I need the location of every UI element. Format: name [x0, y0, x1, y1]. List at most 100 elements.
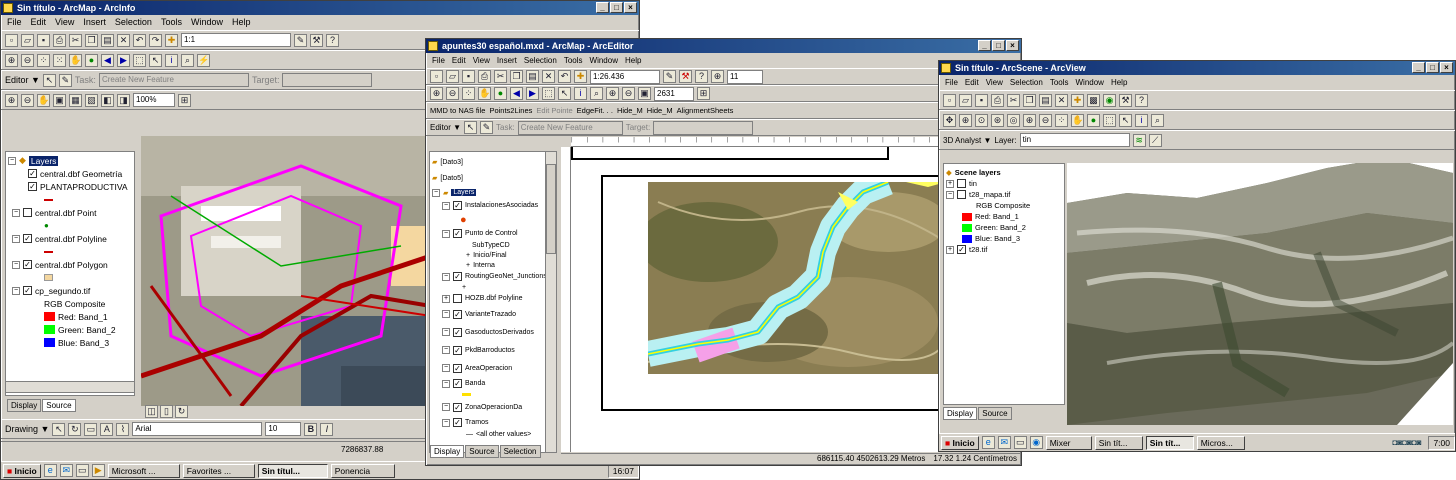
whats-this-icon[interactable]: ? — [1135, 93, 1148, 107]
forward-extent-icon[interactable]: ▶ — [117, 53, 130, 67]
drawing-menu[interactable]: Drawing ▼ — [5, 424, 49, 434]
fixed-zoom-layout-icon[interactable]: ▧ — [85, 93, 98, 107]
scene-layers-root[interactable]: ◆ Scene layers — [946, 166, 1062, 178]
toc-layer[interactable]: − ✓ GasoductosDerivados — [432, 323, 554, 341]
toggle-draft-icon[interactable]: ⊞ — [697, 87, 710, 100]
redo-icon[interactable]: ↷ — [149, 33, 162, 47]
cut-icon[interactable]: ✂ — [1007, 93, 1020, 107]
globe-icon[interactable]: ◉ — [1103, 93, 1116, 107]
menu-tools[interactable]: Tools — [1050, 75, 1069, 90]
layout-zoom-out-icon[interactable]: ⊖ — [622, 87, 635, 100]
start-button[interactable]: ■ Inicio — [941, 435, 979, 450]
target-icon[interactable]: ⊙ — [975, 113, 988, 127]
tab-source[interactable]: Source — [42, 399, 76, 412]
tab-display[interactable]: Display — [430, 445, 465, 458]
toc-layer-4[interactable]: − ✓ central.dbf Polygon — [8, 258, 132, 271]
forward-extent-layout-icon[interactable]: ◨ — [117, 93, 130, 107]
outlook-icon[interactable]: ✉ — [997, 436, 1011, 449]
toc-raster[interactable]: − ✓ cp_segundo.tif — [8, 284, 132, 297]
bold-button[interactable]: B — [304, 422, 318, 436]
target-dropdown[interactable] — [282, 73, 373, 87]
edgefit-tool[interactable]: EdgeFit. . . — [577, 106, 613, 115]
taskbar-btn-3[interactable]: Ponencia — [330, 463, 395, 478]
back-extent-icon[interactable]: ◀ — [510, 87, 523, 100]
navigate-icon[interactable]: ✥ — [943, 113, 956, 127]
toc-layer[interactable]: − ✓ RoutingGeoNet_Junctions — [432, 270, 554, 283]
tab-source[interactable]: Source — [978, 407, 1012, 420]
target-dropdown[interactable] — [653, 120, 754, 135]
center-target-icon[interactable]: ◎ — [1007, 113, 1020, 127]
menu-window[interactable]: Window — [191, 15, 223, 30]
close-button[interactable]: × — [1440, 62, 1453, 73]
pan-icon[interactable]: ✋ — [1071, 113, 1084, 127]
layer-checkbox[interactable]: ✓ — [23, 260, 32, 269]
close-button[interactable]: × — [624, 2, 637, 13]
taskbar-btn-0[interactable]: Microsoft ... — [107, 463, 180, 478]
find-icon[interactable]: ⌕ — [590, 87, 603, 100]
paste-icon[interactable]: ▤ — [1039, 93, 1052, 107]
add-data-icon[interactable]: ✚ — [165, 33, 178, 47]
layers-root[interactable]: − ◆ Layers — [8, 154, 132, 167]
zoom-whole-page-icon[interactable]: ▣ — [638, 87, 651, 100]
tab-source[interactable]: Source — [465, 445, 499, 458]
hide-m-tool[interactable]: Hide_M — [617, 106, 643, 115]
save-icon[interactable]: ▪ — [462, 70, 475, 83]
identify-icon[interactable]: i — [1135, 113, 1148, 127]
scale-dropdown[interactable]: 1:1 — [181, 33, 291, 47]
media-icon[interactable]: ◉ — [1029, 436, 1043, 449]
outlook-icon[interactable]: ✉ — [59, 464, 73, 477]
delete-icon[interactable]: ✕ — [117, 33, 130, 47]
layout-view-icon[interactable]: ▯ — [160, 405, 173, 418]
zoom-in-icon[interactable]: ⊕ — [5, 53, 18, 67]
media-icon[interactable]: ▶ — [91, 464, 105, 477]
arctoolbox-icon[interactable]: ⚒ — [310, 33, 323, 47]
tab-selection[interactable]: Selection — [499, 445, 541, 458]
new-icon[interactable]: ▫ — [943, 93, 956, 107]
toc-layer[interactable]: − ✓ Punto de Control — [432, 227, 554, 240]
back-extent-icon[interactable]: ◀ — [101, 53, 114, 67]
zoom-percent-dropdown[interactable]: 100% — [133, 93, 175, 107]
menu-selection[interactable]: Selection — [524, 53, 557, 68]
zoom-out-icon[interactable]: ⊖ — [446, 87, 459, 100]
new-icon[interactable]: ▫ — [430, 70, 443, 83]
paste-icon[interactable]: ▤ — [101, 33, 114, 47]
maximize-button[interactable]: □ — [992, 40, 1005, 51]
sketch-tool-icon[interactable]: ✎ — [58, 73, 72, 87]
add-data-icon[interactable]: ✚ — [1071, 93, 1084, 107]
desktop-icon[interactable]: ▭ — [75, 464, 89, 477]
toc-layer-3[interactable]: − ✓ central.dbf Polyline — [8, 232, 132, 245]
start-button[interactable]: ■ Inicio — [3, 463, 41, 478]
layer-checkbox[interactable]: ✓ — [28, 169, 37, 178]
fixed-zoom-in-icon[interactable]: ⁘ — [37, 53, 50, 67]
taskbar-btn-2[interactable]: Sin tít... — [1145, 435, 1194, 450]
fly-icon[interactable]: ⊕ — [959, 113, 972, 127]
taskbar-btn-1[interactable]: Sin tít... — [1094, 435, 1143, 450]
menu-view[interactable]: View — [473, 53, 490, 68]
menu-selection[interactable]: Selection — [115, 15, 152, 30]
measure-icon[interactable]: ⚡ — [197, 53, 210, 67]
copy-icon[interactable]: ❐ — [85, 33, 98, 47]
steepest-path-icon[interactable]: ⟋ — [1148, 133, 1162, 147]
font-size-dropdown[interactable]: 10 — [265, 422, 302, 436]
full-extent-icon[interactable]: ● — [85, 53, 98, 67]
select-elements-draw-icon[interactable]: ↖ — [52, 422, 66, 436]
menu-selection[interactable]: Selection — [1010, 75, 1043, 90]
layout-zoom-in-icon[interactable]: ⊕ — [606, 87, 619, 100]
toc-folder-0[interactable]: ▰ [Dato3] — [432, 154, 554, 170]
zoom-out-icon[interactable]: ⊖ — [1039, 113, 1052, 127]
close-button[interactable]: × — [1006, 40, 1019, 51]
menu-help[interactable]: Help — [625, 53, 641, 68]
toc-vscrollbar[interactable] — [545, 152, 556, 452]
arcscene-titlebar[interactable]: Sin título - ArcScene - ArcView _ □ × — [939, 61, 1455, 75]
undo-icon[interactable]: ↶ — [558, 70, 571, 83]
menu-edit[interactable]: Edit — [452, 53, 466, 68]
task-dropdown[interactable]: Create New Feature — [98, 73, 249, 87]
new-text-icon[interactable]: A — [100, 422, 114, 436]
desktop-icon[interactable]: ▭ — [1013, 436, 1027, 449]
points2lines-tool[interactable]: Points2Lines — [489, 106, 532, 115]
back-extent-layout-icon[interactable]: ◧ — [101, 93, 114, 107]
maximize-button[interactable]: □ — [1426, 62, 1439, 73]
toc-layer[interactable]: − ✓ PkdBarroductos — [432, 341, 554, 359]
toc-layer-1[interactable]: ✓ PLANTAPRODUCTIVA — [8, 180, 132, 193]
toc-layer[interactable]: + HOZB.dbf Polyline — [432, 292, 554, 305]
